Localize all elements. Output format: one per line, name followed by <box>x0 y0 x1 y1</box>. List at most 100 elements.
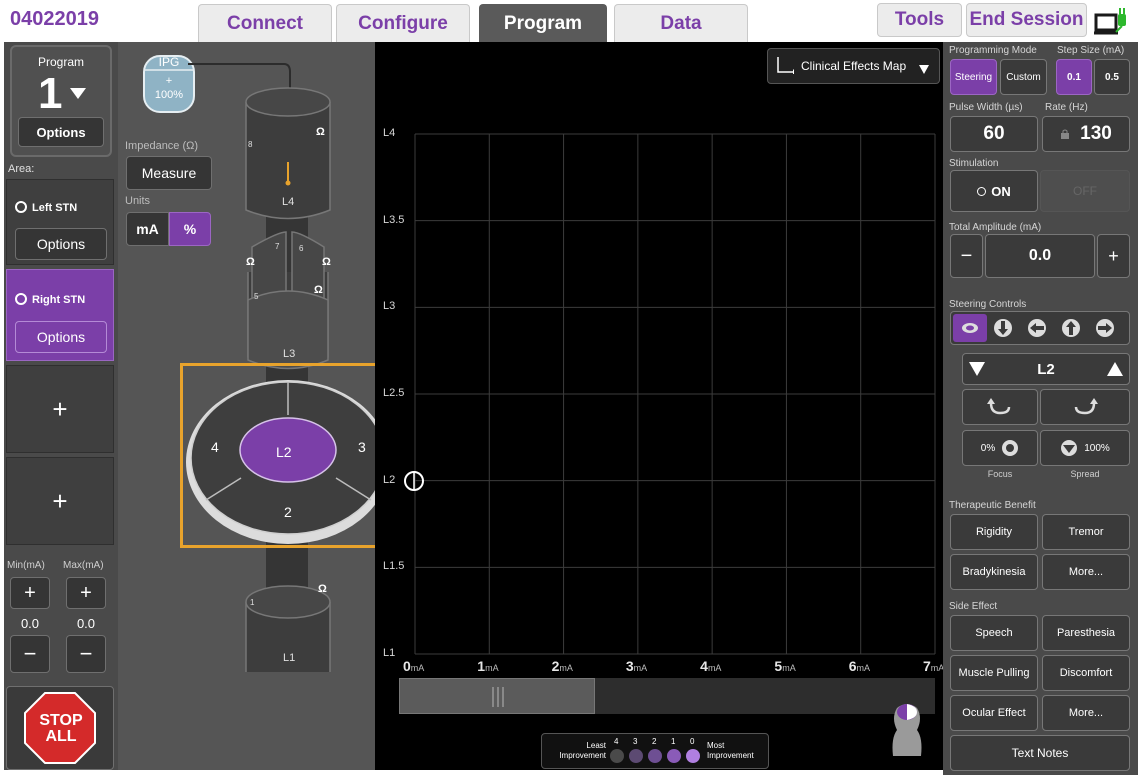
impedance-label: Impedance (Ω) <box>125 140 199 152</box>
tab-configure[interactable]: Configure <box>336 4 470 42</box>
program-number: 1 <box>38 69 63 118</box>
bradykinesia-button[interactable]: Bradykinesia <box>950 554 1038 590</box>
stimulation-on-button[interactable]: ON <box>950 170 1038 212</box>
scrollbar-thumb[interactable] <box>399 678 595 714</box>
steering-mode-bar <box>950 311 1130 345</box>
mode-steering-button[interactable]: Steering <box>950 59 997 95</box>
more-benefits-button[interactable]: More... <box>1042 554 1130 590</box>
impedance-icon-8[interactable]: Ω <box>316 126 325 138</box>
rate-button[interactable]: 130 <box>1042 116 1130 152</box>
muscle-pulling-button[interactable]: Muscle Pulling <box>950 655 1038 691</box>
discomfort-button[interactable]: Discomfort <box>1042 655 1130 691</box>
all-label: ALL <box>45 728 77 745</box>
min-value: 0.0 <box>20 616 40 631</box>
legend-level-swatch <box>610 749 624 763</box>
steer-up-icon[interactable] <box>1059 316 1083 345</box>
legend-level-label: 2 <box>652 737 657 746</box>
focus-value: 0% <box>980 442 996 454</box>
rotate-counterclockwise-button[interactable] <box>1040 389 1130 425</box>
program-selector[interactable]: Program 1 Options <box>10 45 112 157</box>
amplitude-scrollbar[interactable] <box>399 678 935 714</box>
max-decrease-button[interactable]: − <box>66 635 106 673</box>
impedance-icon-7[interactable]: Ω <box>246 256 255 268</box>
spread-button[interactable]: 100% <box>1040 430 1130 466</box>
amplitude-decrease-button[interactable]: − <box>950 234 983 278</box>
level-l4-label: L4 <box>282 196 295 208</box>
total-amplitude-label: Total Amplitude (mA) <box>949 222 1042 233</box>
area-left-stn-radio[interactable]: Left STN <box>15 198 77 216</box>
rigidity-button[interactable]: Rigidity <box>950 514 1038 550</box>
tremor-button[interactable]: Tremor <box>1042 514 1130 550</box>
legend-level-swatch <box>648 749 662 763</box>
mode-custom-button[interactable]: Custom <box>1000 59 1047 95</box>
y-tick-label: L4 <box>383 127 396 139</box>
stop-all-button[interactable]: STOP ALL <box>6 686 114 770</box>
unit-percent-button[interactable]: % <box>169 212 211 246</box>
spread-icon <box>1061 440 1078 456</box>
min-label: Min(mA) <box>7 560 45 571</box>
unit-ma-button[interactable]: mA <box>126 212 169 246</box>
head-model-icon[interactable] <box>885 698 929 760</box>
right-stn-options-button[interactable]: Options <box>15 321 107 353</box>
impedance-icon-6[interactable]: Ω <box>322 256 331 268</box>
min-increase-button[interactable]: + <box>10 577 50 609</box>
triangle-up-icon <box>1107 362 1123 376</box>
improvement-legend: Least Improvement 4 3 2 1 0 Most Improvement <box>541 733 769 769</box>
amplitude-increase-button[interactable]: + <box>1097 234 1130 278</box>
session-id: 04022019 <box>10 8 99 30</box>
area-right-stn-radio[interactable]: Right STN <box>15 290 85 308</box>
impedance-icon-1[interactable]: Ω <box>318 583 327 595</box>
focus-button[interactable]: 0% <box>962 430 1038 466</box>
step-0-1-button[interactable]: 0.1 <box>1056 59 1092 95</box>
connection-status-icon[interactable] <box>1094 6 1128 36</box>
more-side-effects-button[interactable]: More... <box>1042 695 1130 731</box>
area-left-stn[interactable]: Left STN Options <box>6 179 114 265</box>
current-position-marker[interactable] <box>403 470 425 492</box>
y-tick-label: L2 <box>383 473 396 486</box>
add-area-button-2[interactable]: + <box>6 457 114 545</box>
tab-program[interactable]: Program <box>479 4 607 42</box>
left-stn-options-button[interactable]: Options <box>15 228 107 260</box>
contact-7-label: 7 <box>275 242 280 251</box>
measure-button[interactable]: Measure <box>126 156 212 190</box>
ocular-effect-button[interactable]: Ocular Effect <box>950 695 1038 731</box>
max-increase-button[interactable]: + <box>66 577 106 609</box>
chevron-down-icon <box>70 87 86 105</box>
x-tick-label: 1mA <box>477 658 499 674</box>
step-0-5-button[interactable]: 0.5 <box>1094 59 1130 95</box>
add-area-button[interactable]: + <box>6 365 114 453</box>
therapeutic-benefit-label: Therapeutic Benefit <box>949 500 1036 511</box>
level-down-button[interactable] <box>963 354 991 384</box>
area-right-stn[interactable]: Right STN Options <box>6 269 114 361</box>
steer-left-icon[interactable] <box>1025 316 1049 345</box>
impedance-icon-5[interactable]: Ω <box>314 284 323 296</box>
level-up-button[interactable] <box>1101 354 1129 384</box>
stimulation-off-button[interactable]: OFF <box>1040 170 1130 212</box>
amplitude-value[interactable]: 0.0 <box>985 234 1095 278</box>
paresthesia-button[interactable]: Paresthesia <box>1042 615 1130 651</box>
speech-button[interactable]: Speech <box>950 615 1038 651</box>
end-session-button[interactable]: End Session <box>966 3 1087 37</box>
text-notes-button[interactable]: Text Notes <box>950 735 1130 771</box>
legend-most-label: Most <box>707 741 725 750</box>
steer-down-icon[interactable] <box>991 316 1015 345</box>
steering-ring-button[interactable] <box>953 314 987 342</box>
effects-grid[interactable] <box>375 42 943 682</box>
x-tick-label: 4mA <box>700 658 722 674</box>
pulse-width-value[interactable]: 60 <box>950 116 1038 152</box>
program-label: Program <box>37 55 84 69</box>
lead-panel: IPG + 100% Impedance (Ω) Measure Units m… <box>118 42 399 770</box>
y-tick-label: L3 <box>383 300 396 313</box>
min-decrease-button[interactable]: − <box>10 635 50 673</box>
top-bar: 04022019 Connect Configure Program Data … <box>0 0 1138 42</box>
legend-level-label: 4 <box>614 737 619 746</box>
steer-right-icon[interactable] <box>1093 316 1117 345</box>
y-tick-label: L1.5 <box>383 560 405 573</box>
tab-data[interactable]: Data <box>614 4 748 42</box>
zoom-center-label: L2 <box>276 444 292 460</box>
x-tick-label: 6mA <box>848 658 870 674</box>
tools-button[interactable]: Tools <box>877 3 962 37</box>
program-options-button[interactable]: Options <box>18 117 104 147</box>
tab-connect[interactable]: Connect <box>198 4 332 42</box>
rotate-clockwise-button[interactable] <box>962 389 1038 425</box>
